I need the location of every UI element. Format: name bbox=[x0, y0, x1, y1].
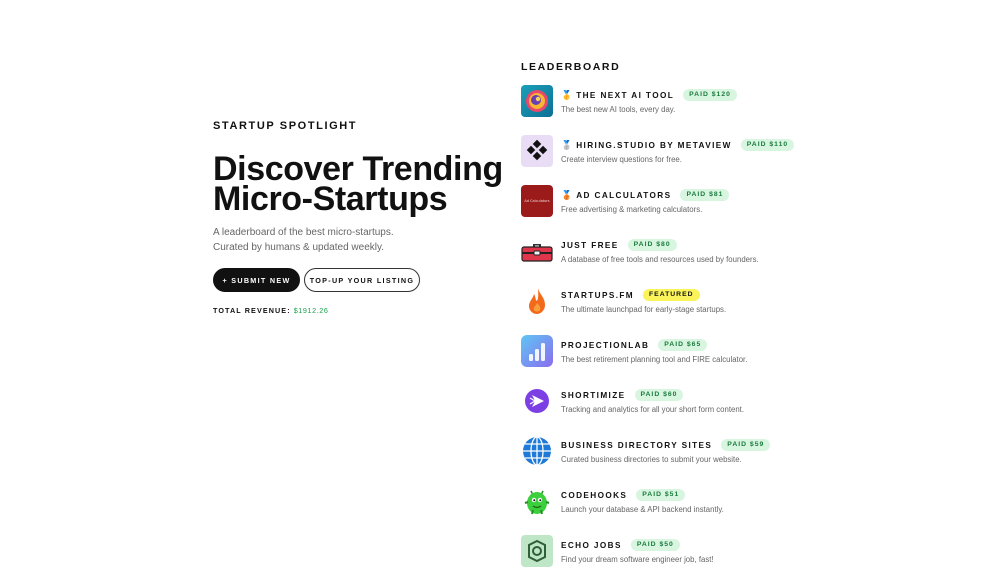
revenue-value: $1912.26 bbox=[293, 306, 329, 315]
hero-actions: + SUBMIT NEW TOP-UP YOUR LISTING bbox=[213, 268, 503, 292]
item-name[interactable]: THE NEXT AI TOOL bbox=[576, 91, 674, 100]
paid-badge: PAID $80 bbox=[627, 239, 677, 251]
bronze-medal-icon: 🥉 bbox=[561, 189, 573, 200]
paid-badge: PAID $60 bbox=[634, 389, 684, 401]
submit-new-button[interactable]: + SUBMIT NEW bbox=[213, 268, 300, 292]
toolbox-icon bbox=[521, 235, 553, 267]
ad-calculators-logo: Ad Calculators bbox=[521, 185, 553, 217]
paid-badge: PAID $81 bbox=[680, 189, 730, 201]
logo-text: Ad Calculators bbox=[524, 199, 550, 203]
leaderboard-item[interactable]: CODEHOOKS PAID $51 Launch your database … bbox=[521, 485, 981, 535]
paid-badge: PAID $50 bbox=[630, 539, 680, 551]
item-description: The best new AI tools, every day. bbox=[561, 105, 676, 114]
featured-badge: FEATURED bbox=[643, 289, 700, 301]
leaderboard-item[interactable]: JUST FREE PAID $80 A database of free to… bbox=[521, 235, 981, 285]
leaderboard-item[interactable]: SHORTIMIZE PAID $60 Tracking and analyti… bbox=[521, 385, 981, 435]
next-ai-tool-logo bbox=[521, 85, 553, 117]
paid-badge: PAID $110 bbox=[740, 139, 795, 151]
flame-icon bbox=[521, 285, 553, 317]
item-name[interactable]: STARTUPS.FM bbox=[561, 291, 634, 300]
globe-icon bbox=[521, 435, 553, 467]
item-description: The best retirement planning tool and FI… bbox=[561, 355, 748, 364]
total-revenue: TOTAL REVENUE: $1912.26 bbox=[213, 306, 503, 315]
section-eyebrow: STARTUP SPOTLIGHT bbox=[213, 120, 358, 132]
leaderboard-item[interactable]: ECHO JOBS PAID $50 Find your dream softw… bbox=[521, 535, 981, 585]
gold-medal-icon: 🥇 bbox=[561, 89, 573, 100]
paid-badge: PAID $65 bbox=[658, 339, 708, 351]
subtitle-line-1: A leaderboard of the best micro-startups… bbox=[213, 227, 394, 238]
subtitle-line-2: Curated by humans & updated weekly. bbox=[213, 241, 385, 253]
item-description: The ultimate launchpad for early-stage s… bbox=[561, 305, 727, 314]
leaderboard-item[interactable]: STARTUPS.FM FEATURED The ultimate launch… bbox=[521, 285, 981, 335]
item-description: Curated business directories to submit y… bbox=[561, 455, 742, 464]
item-name[interactable]: ECHO JOBS bbox=[561, 541, 622, 550]
item-name[interactable]: PROJECTIONLAB bbox=[561, 341, 649, 350]
leaderboard-item[interactable]: 🥇 THE NEXT AI TOOL PAID $120 The best ne… bbox=[521, 85, 981, 135]
item-description: Free advertising & marketing calculators… bbox=[561, 205, 703, 214]
item-name[interactable]: JUST FREE bbox=[561, 241, 619, 250]
leaderboard: LEADERBOARD 🥇 THE NEXT AI TOOL PAID $120… bbox=[521, 61, 981, 585]
leaderboard-list: 🥇 THE NEXT AI TOOL PAID $120 The best ne… bbox=[521, 85, 981, 585]
item-name[interactable]: HIRING.STUDIO BY METAVIEW bbox=[576, 141, 732, 150]
top-up-listing-button[interactable]: TOP-UP YOUR LISTING bbox=[304, 268, 420, 292]
leaderboard-item[interactable]: Ad Calculators 🥉 AD CALCULATORS PAID $81… bbox=[521, 185, 981, 235]
item-name[interactable]: BUSINESS DIRECTORY SITES bbox=[561, 441, 712, 450]
headline-line-2: Micro-Startups bbox=[213, 180, 448, 218]
leaderboard-item[interactable]: 🥈 HIRING.STUDIO BY METAVIEW PAID $110 Cr… bbox=[521, 135, 981, 185]
item-description: Create interview questions for free. bbox=[561, 155, 682, 164]
leaderboard-title: LEADERBOARD bbox=[521, 61, 621, 73]
item-name[interactable]: AD CALCULATORS bbox=[576, 191, 671, 200]
hiring-studio-logo bbox=[521, 135, 553, 167]
item-description: A database of free tools and resources u… bbox=[561, 255, 759, 264]
item-description: Tracking and analytics for all your shor… bbox=[561, 405, 745, 414]
item-name[interactable]: SHORTIMIZE bbox=[561, 391, 626, 400]
leaderboard-item[interactable]: BUSINESS DIRECTORY SITES PAID $59 Curate… bbox=[521, 435, 981, 485]
silver-medal-icon: 🥈 bbox=[561, 139, 573, 150]
item-name[interactable]: CODEHOOKS bbox=[561, 491, 627, 500]
paid-badge: PAID $120 bbox=[683, 89, 737, 101]
bar-chart-icon bbox=[521, 335, 553, 367]
paid-badge: PAID $59 bbox=[721, 439, 771, 451]
echo-jobs-logo bbox=[521, 535, 553, 567]
revenue-label: TOTAL REVENUE: bbox=[213, 306, 291, 315]
page-title: Discover Trending Micro-Startups bbox=[213, 152, 503, 218]
hero-subtitle: A leaderboard of the best micro-startups… bbox=[213, 226, 503, 255]
monster-icon bbox=[521, 485, 553, 517]
paid-badge: PAID $51 bbox=[636, 489, 686, 501]
leaderboard-item[interactable]: PROJECTIONLAB PAID $65 The best retireme… bbox=[521, 335, 981, 385]
item-description: Launch your database & API backend insta… bbox=[561, 505, 724, 514]
play-icon bbox=[521, 385, 553, 417]
hero-section: STARTUP SPOTLIGHT Discover Trending Micr… bbox=[213, 120, 503, 315]
